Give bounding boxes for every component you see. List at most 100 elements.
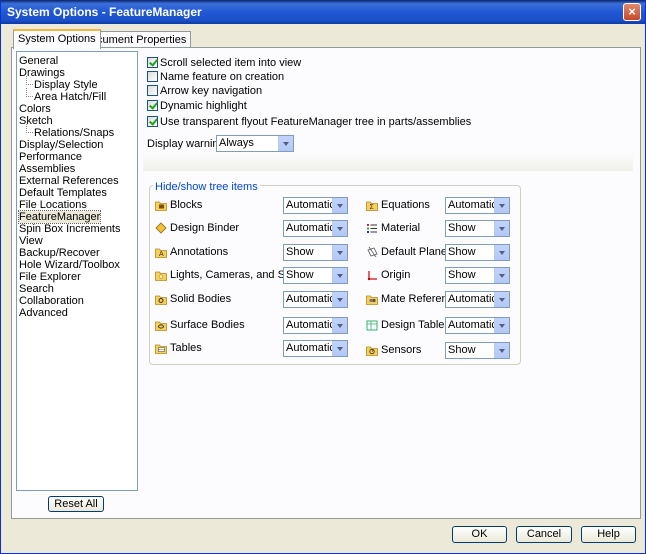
- option-row: Name feature on creation: [147, 71, 284, 83]
- design-table-icon: [366, 319, 378, 331]
- option-checkbox[interactable]: [147, 57, 158, 68]
- visibility-dropdown[interactable]: Show: [283, 244, 348, 261]
- visibility-value: Show: [448, 246, 476, 258]
- visibility-value: Automatic: [448, 199, 497, 211]
- visibility-dropdown[interactable]: Show: [445, 244, 510, 261]
- visibility-dropdown[interactable]: Automatic: [283, 220, 348, 237]
- title-bar[interactable]: System Options - FeatureManager ×: [1, 0, 645, 24]
- tab-label: System Options: [18, 33, 96, 45]
- chevron-down-icon: [332, 198, 347, 213]
- visibility-value: Automatic: [286, 222, 335, 234]
- nav-item[interactable]: Display/Selection: [19, 139, 103, 151]
- option-checkbox[interactable]: [147, 116, 158, 127]
- solid-bodies-icon: [155, 293, 167, 305]
- default-planes-icon: [366, 246, 378, 258]
- visibility-dropdown[interactable]: Automatic: [445, 197, 510, 214]
- tab-system-options[interactable]: System Options: [13, 29, 101, 49]
- chevron-down-icon: [494, 245, 509, 260]
- chevron-down-icon: [332, 268, 347, 283]
- display-warnings-dropdown[interactable]: Always: [216, 135, 294, 152]
- tree-item-label: Design Table: [381, 319, 445, 331]
- tree-item-label: Blocks: [170, 199, 203, 211]
- nav-item[interactable]: Search: [19, 283, 54, 295]
- tree-item-label: Tables: [170, 342, 202, 354]
- visibility-value: Automatic: [286, 199, 335, 211]
- visibility-value: Automatic: [448, 319, 497, 331]
- nav-item[interactable]: General: [19, 55, 58, 67]
- nav-item[interactable]: Sketch: [19, 115, 53, 127]
- group-title: Hide/show tree items: [153, 181, 260, 193]
- visibility-dropdown[interactable]: Automatic: [283, 197, 348, 214]
- chevron-down-icon: [494, 198, 509, 213]
- visibility-dropdown[interactable]: Automatic: [283, 317, 348, 334]
- visibility-dropdown[interactable]: Show: [445, 342, 510, 359]
- tree-item-label: Surface Bodies: [170, 319, 245, 331]
- option-label[interactable]: Use transparent flyout FeatureManager tr…: [160, 116, 471, 128]
- visibility-dropdown[interactable]: Automatic: [445, 291, 510, 308]
- nav-item[interactable]: Advanced: [19, 307, 68, 319]
- visibility-dropdown[interactable]: Automatic: [283, 340, 348, 357]
- visibility-dropdown[interactable]: Show: [445, 220, 510, 237]
- chevron-down-icon: [494, 221, 509, 236]
- nav-item[interactable]: Assemblies: [19, 163, 75, 175]
- nav-item[interactable]: Relations/Snaps: [34, 127, 114, 139]
- svg-text:A: A: [159, 251, 164, 258]
- visibility-value: Show: [286, 246, 314, 258]
- chevron-down-icon: [332, 341, 347, 356]
- option-checkbox[interactable]: [147, 100, 158, 111]
- visibility-dropdown[interactable]: Show: [283, 267, 348, 284]
- option-checkbox[interactable]: [147, 85, 158, 96]
- nav-item[interactable]: Performance: [19, 151, 82, 163]
- visibility-value: Automatic: [448, 293, 497, 305]
- option-row: Scroll selected item into view: [147, 57, 301, 69]
- option-label[interactable]: Name feature on creation: [160, 71, 284, 83]
- nav-item[interactable]: FeatureManager: [17, 210, 102, 224]
- svg-text:Σ: Σ: [370, 204, 375, 211]
- system-options-dialog: System Options - FeatureManager × System…: [0, 0, 646, 554]
- ok-button[interactable]: OK: [452, 526, 507, 543]
- option-checkbox[interactable]: [147, 71, 158, 82]
- nav-item[interactable]: External References: [19, 175, 119, 187]
- tree-connector: [26, 76, 33, 85]
- visibility-value: Show: [448, 344, 476, 356]
- visibility-value: Show: [448, 222, 476, 234]
- surface-bodies-icon: [155, 319, 167, 331]
- nav-item[interactable]: Collaboration: [19, 295, 84, 307]
- nav-item[interactable]: Default Templates: [19, 187, 107, 199]
- close-button[interactable]: ×: [623, 3, 641, 21]
- visibility-dropdown[interactable]: Show: [445, 267, 510, 284]
- option-row: Dynamic highlight: [147, 100, 247, 112]
- chevron-down-icon: [332, 318, 347, 333]
- visibility-value: Automatic: [286, 342, 335, 354]
- nav-item[interactable]: Colors: [19, 103, 51, 115]
- chevron-down-icon: [332, 292, 347, 307]
- nav-item[interactable]: Area Hatch/Fill: [34, 91, 106, 103]
- nav-item[interactable]: File Explorer: [19, 271, 81, 283]
- tree-item-label: Sensors: [381, 344, 422, 356]
- visibility-dropdown[interactable]: Automatic: [283, 291, 348, 308]
- tree-item-label: Material: [381, 222, 421, 234]
- option-row: Arrow key navigation: [147, 85, 262, 97]
- reset-all-button[interactable]: Reset All: [48, 496, 104, 512]
- nav-item[interactable]: Hole Wizard/Toolbox: [19, 259, 120, 271]
- visibility-dropdown[interactable]: Automatic: [445, 317, 510, 334]
- nav-item[interactable]: Spin Box Increments: [19, 223, 121, 235]
- nav-item[interactable]: File Locations: [19, 199, 87, 211]
- nav-item[interactable]: Backup/Recover: [19, 247, 100, 259]
- nav-item[interactable]: Display Style: [34, 79, 98, 91]
- nav-item[interactable]: View: [19, 235, 43, 247]
- reset-all-label: Reset All: [54, 498, 98, 510]
- visibility-value: Show: [286, 269, 314, 281]
- option-label[interactable]: Dynamic highlight: [160, 100, 247, 112]
- origin-icon: [366, 269, 378, 281]
- chevron-down-icon: [332, 245, 347, 260]
- equations-icon: Σ: [366, 199, 378, 211]
- cancel-button[interactable]: Cancel: [516, 526, 572, 543]
- visibility-value: Show: [448, 269, 476, 281]
- help-button[interactable]: Help: [581, 526, 636, 543]
- tables-icon: [155, 342, 167, 354]
- option-label[interactable]: Arrow key navigation: [160, 85, 262, 97]
- close-icon: ×: [628, 4, 636, 19]
- option-label[interactable]: Scroll selected item into view: [160, 57, 301, 69]
- display-warnings-value: Always: [219, 137, 254, 149]
